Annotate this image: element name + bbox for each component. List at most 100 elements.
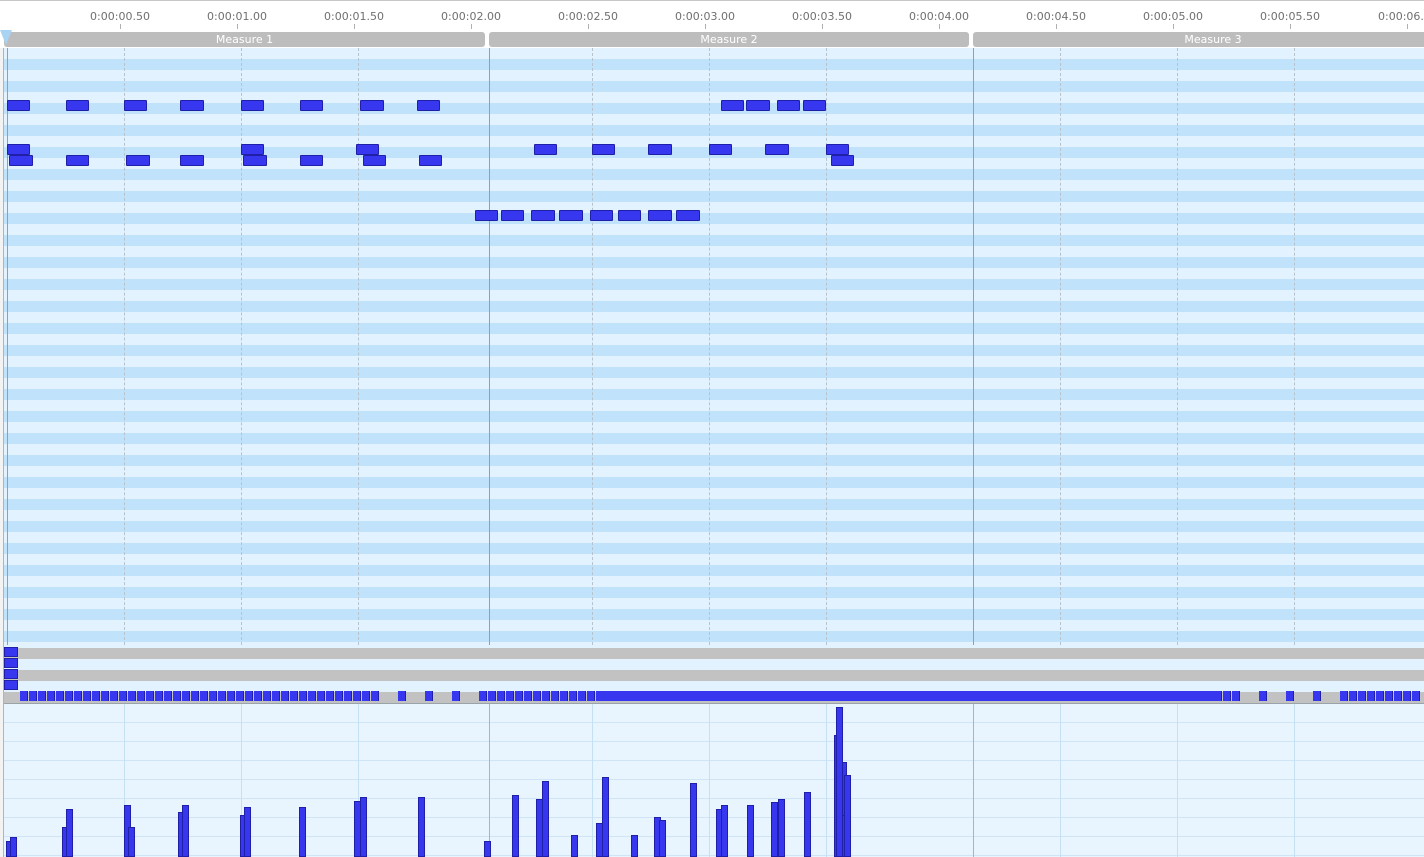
lane-event[interactable] xyxy=(1358,691,1366,701)
lane-event[interactable] xyxy=(290,691,298,701)
note-block[interactable] xyxy=(362,155,387,166)
lane-event[interactable] xyxy=(1214,691,1222,701)
lane-event[interactable] xyxy=(542,691,550,701)
velocity-bar[interactable] xyxy=(244,807,251,857)
lane-event[interactable] xyxy=(515,691,523,701)
lane-event[interactable] xyxy=(1340,691,1348,701)
lane-event[interactable] xyxy=(1349,691,1357,701)
lane-event[interactable] xyxy=(83,691,91,701)
lane-event[interactable] xyxy=(209,691,217,701)
velocity-bar[interactable] xyxy=(299,807,306,857)
velocity-bar[interactable] xyxy=(602,777,609,857)
velocity-bar[interactable] xyxy=(659,820,666,857)
lane-event[interactable] xyxy=(425,691,433,701)
lane-event[interactable] xyxy=(569,691,577,701)
note-block[interactable] xyxy=(802,100,826,111)
note-grid[interactable] xyxy=(4,48,1424,645)
lane-event[interactable] xyxy=(452,691,460,701)
note-block[interactable] xyxy=(500,210,525,221)
note-block[interactable] xyxy=(676,210,700,221)
velocity-bar[interactable] xyxy=(690,783,697,857)
lane-event[interactable] xyxy=(173,691,181,701)
lane-event[interactable] xyxy=(362,691,370,701)
note-block[interactable] xyxy=(826,144,850,155)
measure-bar-1[interactable]: Measure 1 xyxy=(4,32,485,47)
note-block[interactable] xyxy=(355,144,380,155)
note-block[interactable] xyxy=(765,144,789,155)
note-block[interactable] xyxy=(180,100,204,111)
lane-event[interactable] xyxy=(1412,691,1420,701)
note-block[interactable] xyxy=(360,100,384,111)
lane-event[interactable] xyxy=(497,691,505,701)
lane-event[interactable] xyxy=(1394,691,1402,701)
note-block[interactable] xyxy=(416,100,440,111)
lane-event[interactable] xyxy=(506,691,514,701)
note-block[interactable] xyxy=(531,210,555,221)
lane-event[interactable] xyxy=(371,691,379,701)
lane-event[interactable] xyxy=(587,691,595,701)
lane-event[interactable] xyxy=(146,691,154,701)
lane-event[interactable] xyxy=(4,680,18,690)
note-block[interactable] xyxy=(776,100,801,111)
lane-event[interactable] xyxy=(299,691,307,701)
note-block[interactable] xyxy=(243,155,267,166)
lane-event[interactable] xyxy=(137,691,145,701)
velocity-bar[interactable] xyxy=(771,802,778,857)
note-block[interactable] xyxy=(617,210,642,221)
lane-event[interactable] xyxy=(4,669,18,679)
velocity-bar[interactable] xyxy=(844,775,851,857)
note-block[interactable] xyxy=(592,144,616,155)
note-block[interactable] xyxy=(746,100,770,111)
note-block[interactable] xyxy=(241,100,265,111)
velocity-bar[interactable] xyxy=(66,809,73,857)
note-block[interactable] xyxy=(720,100,745,111)
note-block[interactable] xyxy=(589,210,614,221)
velocity-bar[interactable] xyxy=(721,805,728,857)
lane-event[interactable] xyxy=(236,691,244,701)
lane-event[interactable] xyxy=(38,691,46,701)
lane-event[interactable] xyxy=(326,691,334,701)
event-lanes[interactable] xyxy=(4,645,1424,703)
velocity-bar[interactable] xyxy=(804,792,811,857)
velocity-bar[interactable] xyxy=(484,841,491,857)
playhead-marker-icon[interactable] xyxy=(0,30,12,45)
lane-event[interactable] xyxy=(74,691,82,701)
lane-event[interactable] xyxy=(479,691,487,701)
lane-event[interactable] xyxy=(47,691,55,701)
note-block[interactable] xyxy=(65,155,89,166)
lane-event[interactable] xyxy=(128,691,136,701)
lane-event[interactable] xyxy=(254,691,262,701)
lane-event[interactable] xyxy=(281,691,289,701)
measure-bar-3[interactable]: Measure 3 xyxy=(973,32,1424,47)
note-block[interactable] xyxy=(648,144,672,155)
velocity-bar[interactable] xyxy=(128,827,135,857)
lane-event[interactable] xyxy=(101,691,109,701)
note-block[interactable] xyxy=(7,100,31,111)
lane-event[interactable] xyxy=(182,691,190,701)
velocity-bar[interactable] xyxy=(778,799,785,857)
note-block[interactable] xyxy=(9,155,33,166)
note-block[interactable] xyxy=(559,210,583,221)
note-block[interactable] xyxy=(533,144,557,155)
lane-event[interactable] xyxy=(200,691,208,701)
lane-event[interactable] xyxy=(191,691,199,701)
lane-event[interactable] xyxy=(4,647,18,657)
velocity-bar[interactable] xyxy=(542,781,549,857)
lane-event[interactable] xyxy=(92,691,100,701)
lane-event[interactable] xyxy=(119,691,127,701)
lane-event[interactable] xyxy=(29,691,37,701)
note-block[interactable] xyxy=(124,100,148,111)
lane-event[interactable] xyxy=(353,691,361,701)
velocity-bar[interactable] xyxy=(360,797,367,857)
lane-event[interactable] xyxy=(308,691,316,701)
lane-event[interactable] xyxy=(1376,691,1384,701)
lane-event[interactable] xyxy=(1313,691,1321,701)
lane-event[interactable] xyxy=(1367,691,1375,701)
lane-event[interactable] xyxy=(344,691,352,701)
note-block[interactable] xyxy=(475,210,499,221)
lane-event[interactable] xyxy=(1403,691,1411,701)
velocity-bar[interactable] xyxy=(10,837,17,857)
lane-event[interactable] xyxy=(533,691,541,701)
note-block[interactable] xyxy=(299,100,323,111)
note-block[interactable] xyxy=(830,155,855,166)
